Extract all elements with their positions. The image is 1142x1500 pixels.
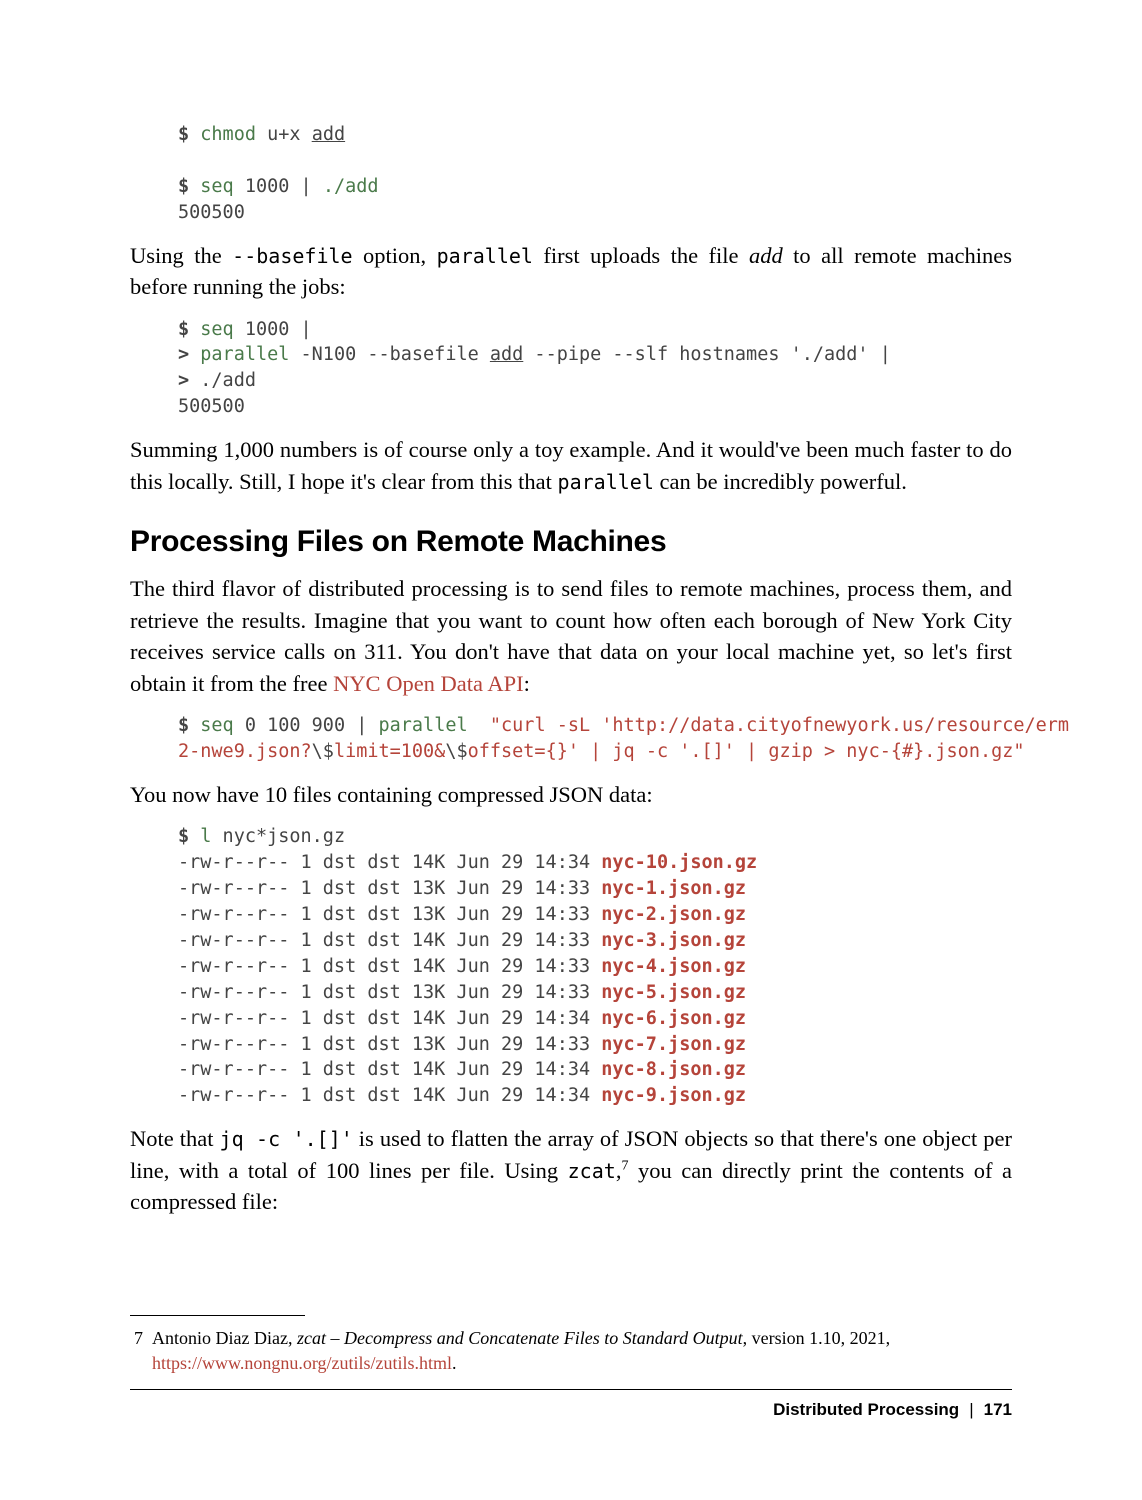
- filename: nyc-3.json.gz: [601, 930, 746, 951]
- filename: nyc-2.json.gz: [601, 904, 746, 925]
- continuation-prompt: >: [178, 370, 189, 391]
- command: l: [200, 826, 211, 847]
- footnote: 7 Antonio Diaz Diaz, zcat – Decompress a…: [130, 1326, 1012, 1375]
- command: seq: [200, 176, 233, 197]
- escape: \$: [312, 741, 334, 762]
- table-row: -rw-r--r-- 1 dst dst 14K Jun 29 14:34 ny…: [178, 1008, 746, 1029]
- args: u+x: [256, 124, 312, 145]
- prompt: $: [178, 826, 189, 847]
- code-block-chmod-seq: $ chmod u+x add $ seq 1000 | ./add 50050…: [178, 122, 1012, 226]
- continuation-prompt: >: [178, 344, 189, 365]
- inline-code: jq -c '.[]': [220, 1127, 353, 1151]
- running-footer: Distributed Processing | 171: [130, 1400, 1012, 1420]
- command: seq: [200, 715, 233, 736]
- command: chmod: [200, 124, 256, 145]
- table-row: -rw-r--r-- 1 dst dst 14K Jun 29 14:33 ny…: [178, 956, 746, 977]
- filename: nyc-10.json.gz: [601, 852, 757, 873]
- command: parallel: [379, 715, 468, 736]
- section-name: Distributed Processing: [773, 1400, 959, 1419]
- prompt: $: [178, 319, 189, 340]
- page: $ chmod u+x add $ seq 1000 | ./add 50050…: [0, 0, 1142, 1500]
- command: ./add: [323, 176, 379, 197]
- table-row: -rw-r--r-- 1 dst dst 13K Jun 29 14:33 ny…: [178, 1034, 746, 1055]
- inline-code: zcat: [568, 1159, 616, 1183]
- args: 1000 |: [234, 176, 323, 197]
- args: 1000 |: [234, 319, 312, 340]
- filename: nyc-8.json.gz: [601, 1059, 746, 1080]
- table-row: -rw-r--r-- 1 dst dst 14K Jun 29 14:34 ny…: [178, 1085, 746, 1106]
- paragraph: Summing 1,000 numbers is of course only …: [130, 434, 1012, 497]
- footnote-link[interactable]: https://www.nongnu.org/zutils/zutils.htm…: [152, 1353, 452, 1373]
- footnote-rule: [130, 1315, 305, 1316]
- code-block-parallel: $ seq 1000 | > parallel -N100 --basefile…: [178, 317, 1012, 421]
- inline-code: --basefile: [232, 244, 352, 268]
- page-number: 171: [984, 1400, 1012, 1419]
- page-footer: 7 Antonio Diaz Diaz, zcat – Decompress a…: [130, 1315, 1012, 1420]
- italic-term: add: [749, 243, 783, 268]
- paragraph: Using the --basefile option, parallel fi…: [130, 240, 1012, 303]
- filename: nyc-1.json.gz: [601, 878, 746, 899]
- table-row: -rw-r--r-- 1 dst dst 13K Jun 29 14:33 ny…: [178, 982, 746, 1003]
- filename: nyc-4.json.gz: [601, 956, 746, 977]
- args: -N100 --basefile: [289, 344, 489, 365]
- args: ./add: [189, 370, 256, 391]
- paragraph: You now have 10 files containing compres…: [130, 779, 1012, 811]
- escape: \$: [445, 741, 467, 762]
- table-row: -rw-r--r-- 1 dst dst 14K Jun 29 14:34 ny…: [178, 852, 757, 873]
- table-row: -rw-r--r-- 1 dst dst 14K Jun 29 14:34 ny…: [178, 1059, 746, 1080]
- output: 500500: [178, 396, 245, 417]
- code-block-ls: $ l nyc*json.gz -rw-r--r-- 1 dst dst 14K…: [178, 824, 1012, 1109]
- filename: nyc-5.json.gz: [601, 982, 746, 1003]
- string-literal: 2-nwe9.json?: [178, 741, 312, 762]
- output: 500500: [178, 202, 245, 223]
- string-literal: offset={}' | jq -c '.[]' | gzip > nyc-{#…: [468, 741, 1025, 762]
- inline-code: parallel: [558, 470, 654, 494]
- args: 0 100 900 |: [234, 715, 379, 736]
- arg-underlined: add: [312, 124, 345, 145]
- code-block-curl: $ seq 0 100 900 | parallel "curl -sL 'ht…: [178, 713, 1012, 765]
- external-link[interactable]: NYC Open Data API: [333, 671, 524, 696]
- footnote-title: zcat – Decompress and Concatenate Files …: [297, 1328, 743, 1348]
- table-row: -rw-r--r-- 1 dst dst 13K Jun 29 14:33 ny…: [178, 904, 746, 925]
- prompt: $: [178, 176, 189, 197]
- arg-underlined: add: [490, 344, 523, 365]
- prompt: $: [178, 715, 189, 736]
- separator: |: [969, 1400, 973, 1419]
- filename: nyc-9.json.gz: [601, 1085, 746, 1106]
- command: parallel: [200, 344, 289, 365]
- filename: nyc-6.json.gz: [601, 1008, 746, 1029]
- filename: nyc-7.json.gz: [601, 1034, 746, 1055]
- paragraph: The third flavor of distributed processi…: [130, 573, 1012, 699]
- section-heading: Processing Files on Remote Machines: [130, 525, 1012, 559]
- string-literal: limit=100&: [334, 741, 445, 762]
- paragraph: Note that jq -c '.[]' is used to flatten…: [130, 1123, 1012, 1218]
- args: nyc*json.gz: [211, 826, 345, 847]
- args: --pipe --slf hostnames './add' |: [523, 344, 891, 365]
- prompt: $: [178, 124, 189, 145]
- table-row: -rw-r--r-- 1 dst dst 13K Jun 29 14:33 ny…: [178, 878, 746, 899]
- command: seq: [200, 319, 233, 340]
- footer-rule: [130, 1389, 1012, 1390]
- inline-code: parallel: [437, 244, 533, 268]
- table-row: -rw-r--r-- 1 dst dst 14K Jun 29 14:33 ny…: [178, 930, 746, 951]
- footnote-number: 7: [134, 1328, 143, 1348]
- string-literal: "curl -sL 'http://data.cityofnewyork.us/…: [490, 715, 1069, 736]
